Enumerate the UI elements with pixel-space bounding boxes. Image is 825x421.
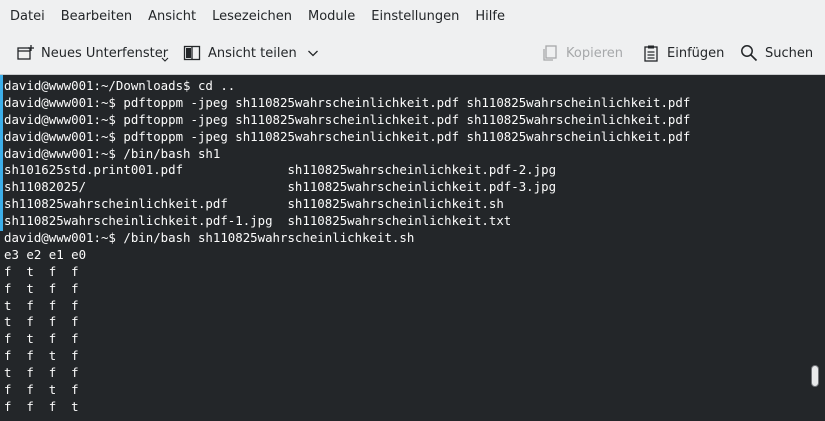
terminal-line: david@www001:~$ /bin/bash sh1: [4, 145, 221, 161]
terminal-line: t f f f: [4, 365, 79, 381]
terminal-line: t f f f: [4, 297, 79, 313]
copy-button[interactable]: Kopieren: [541, 40, 623, 66]
terminal-line: sh110825wahrscheinlichkeit.pdf-1.jpg sh1…: [4, 213, 512, 229]
terminal-output: david@www001:~/Downloads$ cd .. david@ww…: [4, 78, 690, 416]
chevron-down-icon[interactable]: [307, 47, 319, 59]
terminal-line: f f t f: [4, 348, 79, 364]
split-view-label: Ansicht teilen: [208, 45, 297, 61]
split-view-button[interactable]: Ansicht teilen: [183, 40, 319, 66]
menu-hilfe[interactable]: Hilfe: [467, 5, 513, 28]
new-tab-dropdown-icon[interactable]: [161, 56, 169, 64]
terminal-line: f f t f: [4, 382, 79, 398]
search-button[interactable]: Suchen: [740, 40, 813, 66]
split-view-icon: [183, 45, 201, 61]
new-tab-button[interactable]: Neues Unterfenster: [16, 40, 168, 66]
terminal-line: f t f f: [4, 280, 79, 296]
terminal-line: f f f t: [4, 398, 79, 414]
menu-einstellungen[interactable]: Einstellungen: [363, 5, 467, 28]
search-icon: [741, 45, 758, 62]
terminal-line: sh11082025/ sh110825wahrscheinlichkeit.p…: [4, 179, 557, 195]
terminal-line: david@www001:~$ /bin/bash sh110825wahrsc…: [4, 230, 415, 246]
toolbar: Neues Unterfenster Ansicht teilen Kopier…: [0, 32, 825, 75]
paste-icon: [644, 45, 658, 62]
new-tab-icon: [17, 45, 34, 60]
terminal-line: f t f f: [4, 331, 79, 347]
scrollbar-thumb[interactable]: [811, 365, 819, 387]
terminal-line: sh110825wahrscheinlichkeit.pdf sh110825w…: [4, 196, 504, 212]
terminal-line: david@www001:~$ pdftoppm -jpeg sh110825w…: [4, 94, 691, 110]
menu-bearbeiten[interactable]: Bearbeiten: [53, 5, 140, 28]
menu-module[interactable]: Module: [300, 5, 363, 28]
menu-lesezeichen[interactable]: Lesezeichen: [204, 5, 300, 28]
paste-label: Einfügen: [667, 45, 725, 61]
new-tab-label: Neues Unterfenster: [41, 45, 169, 61]
copy-label: Kopieren: [566, 45, 623, 61]
menu-ansicht[interactable]: Ansicht: [140, 5, 204, 28]
terminal-line: sh101625std.print001.pdf sh110825wahrsch…: [4, 162, 557, 178]
terminal-line: david@www001:~/Downloads$ cd ..: [4, 78, 236, 93]
terminal-line: david@www001:~$ pdftoppm -jpeg sh110825w…: [4, 111, 691, 127]
terminal-line: david@www001:~$ pdftoppm -jpeg sh110825w…: [4, 128, 691, 144]
menubar: Datei Bearbeiten Ansicht Lesezeichen Mod…: [0, 0, 825, 32]
terminal-line: f t f f: [4, 263, 79, 279]
paste-button[interactable]: Einfügen: [642, 40, 724, 66]
terminal-focus-indicator: [0, 75, 3, 231]
copy-icon: [543, 45, 557, 61]
menu-datei[interactable]: Datei: [2, 5, 53, 28]
search-label: Suchen: [765, 45, 814, 61]
terminal-line: e3 e2 e1 e0: [4, 246, 87, 262]
terminal-view[interactable]: david@www001:~/Downloads$ cd .. david@ww…: [0, 75, 825, 421]
terminal-line: t f f f: [4, 314, 79, 330]
